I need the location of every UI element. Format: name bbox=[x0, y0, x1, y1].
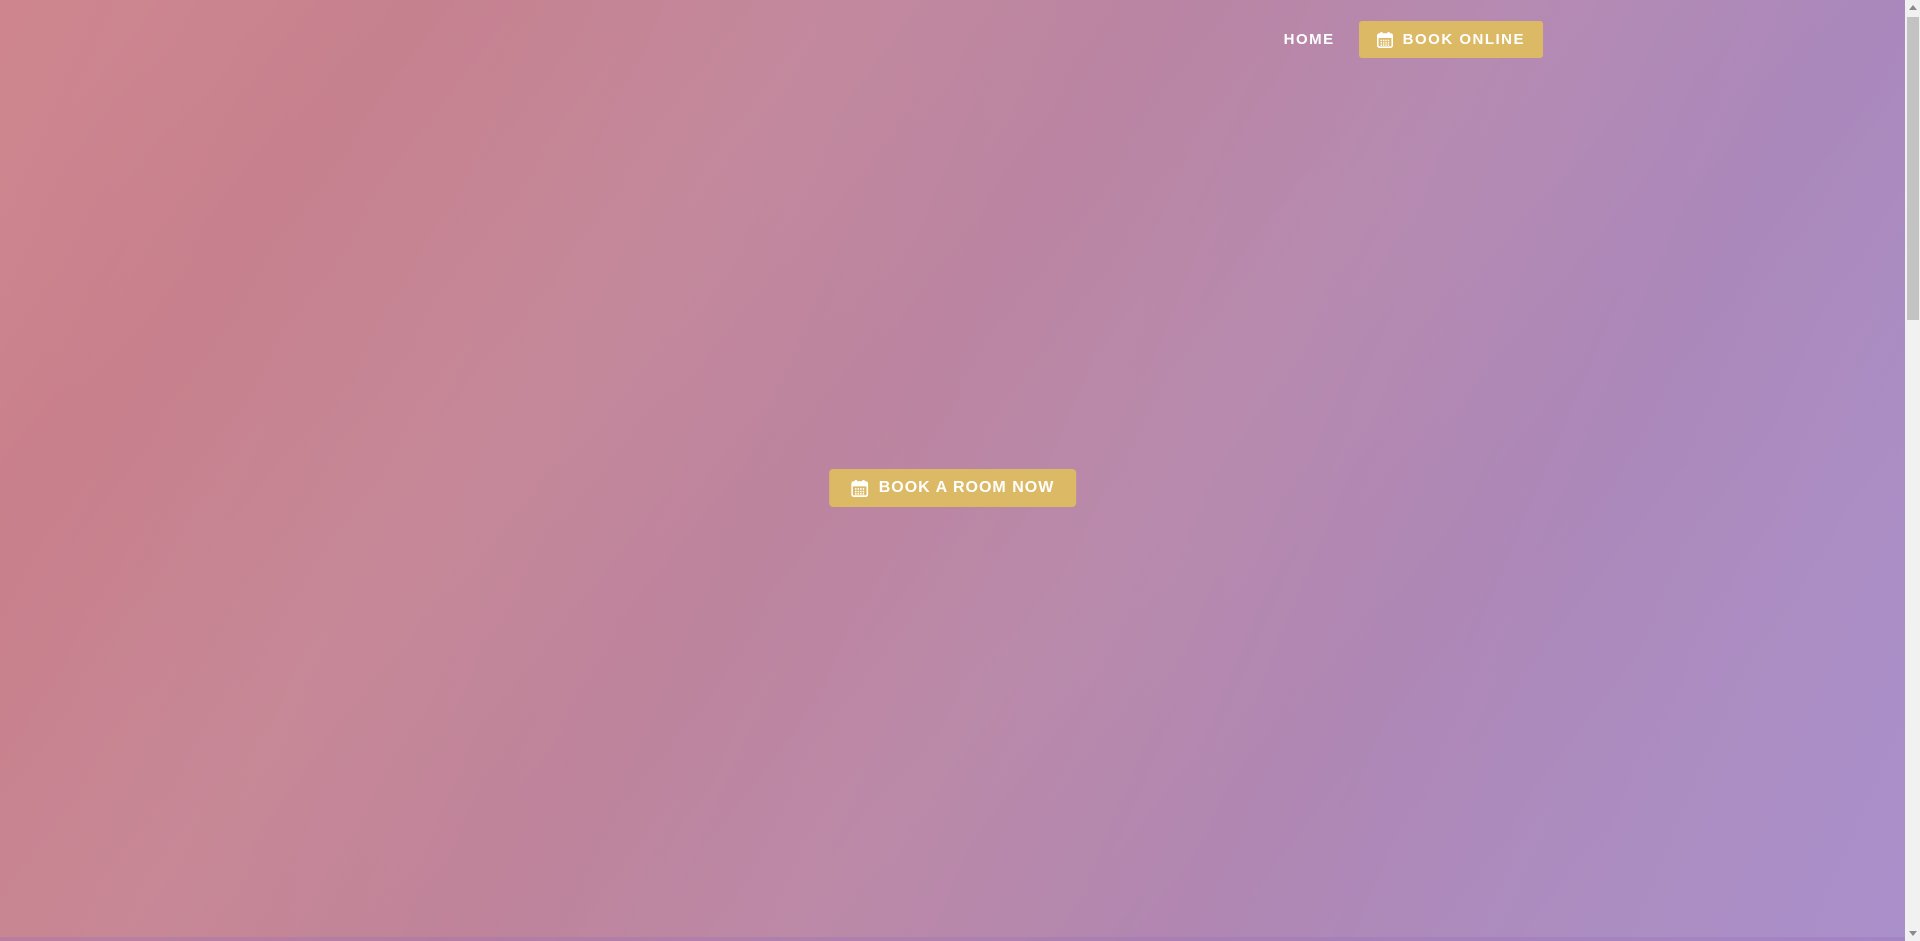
scrollbar-down-button[interactable] bbox=[1905, 926, 1920, 941]
book-a-room-now-button[interactable]: BOOK A ROOM NOW bbox=[829, 469, 1077, 507]
book-a-room-now-label: BOOK A ROOM NOW bbox=[879, 480, 1055, 496]
vertical-scrollbar[interactable] bbox=[1905, 0, 1920, 941]
browser-viewport: HOME BOOK ONLINE bbox=[0, 0, 1920, 941]
arrow-down-icon bbox=[1909, 931, 1917, 936]
top-nav: HOME BOOK ONLINE bbox=[1284, 21, 1543, 58]
next-section-edge bbox=[0, 937, 1905, 941]
nav-link-home[interactable]: HOME bbox=[1284, 32, 1335, 47]
book-online-label: BOOK ONLINE bbox=[1403, 32, 1525, 47]
arrow-up-icon bbox=[1909, 5, 1917, 10]
scrollbar-thumb[interactable] bbox=[1907, 17, 1919, 320]
calendar-icon bbox=[851, 480, 868, 497]
calendar-icon bbox=[1377, 32, 1393, 48]
book-online-button[interactable]: BOOK ONLINE bbox=[1359, 21, 1543, 58]
scrollbar-up-button[interactable] bbox=[1905, 0, 1920, 15]
page-background: HOME BOOK ONLINE bbox=[0, 0, 1905, 941]
